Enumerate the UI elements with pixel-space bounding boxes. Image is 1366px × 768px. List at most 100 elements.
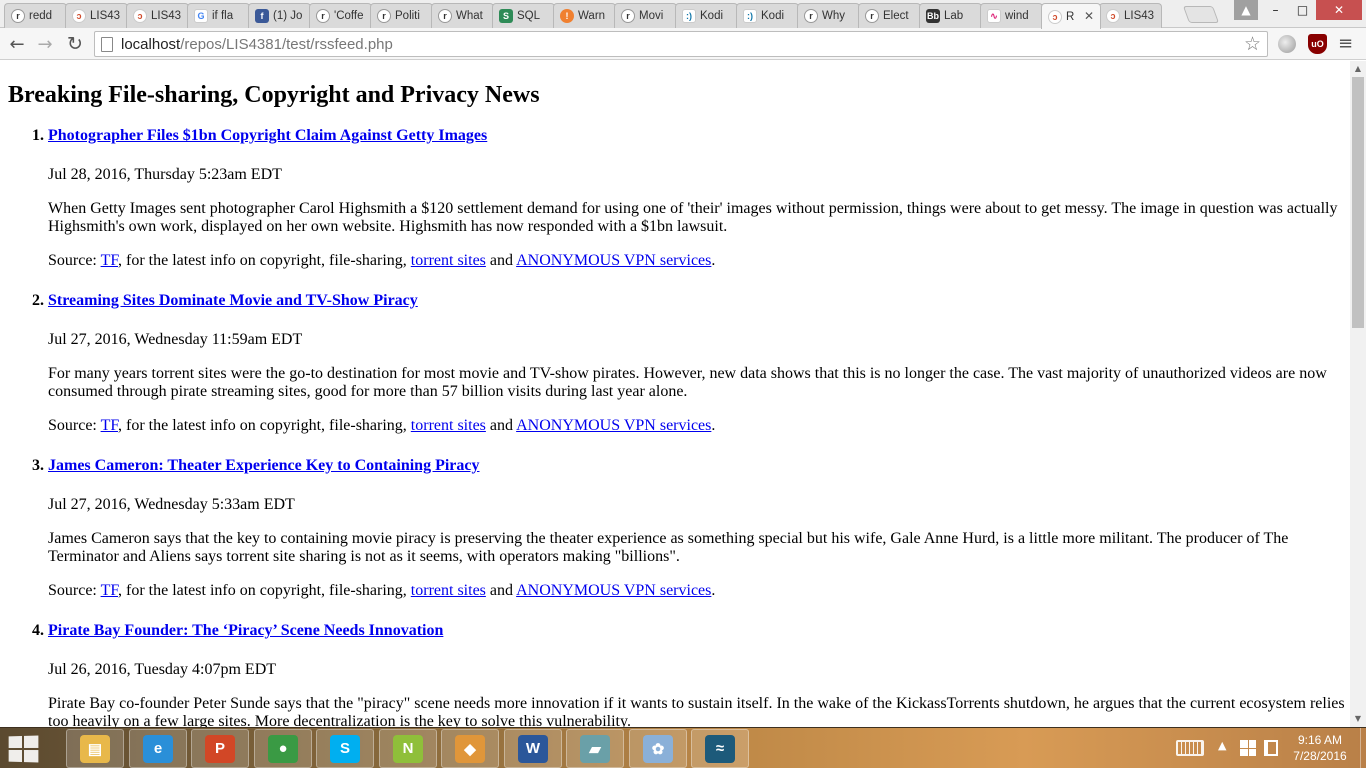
news-item: 1. Photographer Files $1bn Copyright Clai… (8, 126, 1350, 270)
tab-7[interactable]: r What (431, 3, 494, 28)
reddit-icon: r (377, 9, 391, 23)
taskbar-app-sticky-app[interactable]: ▰ (566, 729, 624, 768)
close-window-button[interactable]: ✕ (1316, 0, 1362, 20)
news-item: 2. Streaming Sites Dominate Movie and TV-… (8, 291, 1350, 435)
sticky-app-icon: ▰ (580, 734, 610, 763)
start-button[interactable] (8, 735, 39, 763)
lis-icon: ɔ (1048, 9, 1062, 24)
profile-button[interactable]: ▲ (1234, 0, 1258, 20)
taskbar-app-notepad-plus[interactable]: N (379, 729, 437, 768)
tab-12[interactable]: :) Kodi (736, 3, 799, 28)
tab-18[interactable]: ɔ LIS43 (1099, 3, 1162, 28)
paint-icon: ✿ (643, 734, 673, 763)
source-prefix: Source: (48, 252, 101, 269)
reddit-icon: r (621, 9, 635, 23)
tab-9[interactable]: ! Warn (553, 3, 616, 28)
item-title-link[interactable]: Photographer Files $1bn Copyright Claim … (48, 126, 1350, 146)
extension-icon[interactable] (1278, 35, 1296, 53)
tab-label: (1) Jo (273, 10, 303, 22)
taskbar-app-word[interactable]: W (504, 729, 562, 768)
forward-button[interactable]: → (33, 32, 57, 56)
tab-0[interactable]: r redd (4, 3, 67, 28)
item-title-link[interactable]: Pirate Bay Founder: The ‘Piracy’ Scene N… (48, 621, 1350, 641)
vpn-services-link[interactable]: ANONYMOUS VPN services (516, 417, 711, 434)
item-title-link[interactable]: James Cameron: Theater Experience Key to… (48, 456, 1350, 476)
source-suffix: . (711, 417, 716, 434)
tab-17[interactable]: ɔ R ✕ (1041, 3, 1101, 29)
tray-expand-icon[interactable]: ▲ (1218, 739, 1226, 752)
word-icon: W (518, 734, 548, 763)
source-and: and (485, 252, 517, 269)
taskbar-app-internet-explorer[interactable]: e (129, 729, 187, 768)
new-tab-button[interactable] (1182, 6, 1220, 23)
scroll-down-arrow[interactable]: ▼ (1350, 711, 1366, 727)
taskbar-app-git[interactable]: ◆ (441, 729, 499, 768)
taskbar-app-mysql-workbench[interactable]: ≈ (691, 729, 749, 768)
tab-label: Lab (944, 10, 964, 22)
tab-6[interactable]: r Politi (370, 3, 433, 28)
network-icon[interactable] (1240, 740, 1256, 756)
clock[interactable]: 9:16 AM 7/28/2016 (1288, 732, 1352, 764)
tab-10[interactable]: r Movi (614, 3, 677, 28)
scroll-up-arrow[interactable]: ▲ (1350, 61, 1366, 77)
tf-link[interactable]: TF (101, 252, 118, 269)
taskbar-app-paint[interactable]: ✿ (629, 729, 687, 768)
tf-link[interactable]: TF (101, 582, 118, 599)
taskbar-app-skype[interactable]: S (316, 729, 374, 768)
file-explorer-icon: ▤ (80, 734, 110, 763)
tab-2[interactable]: ɔ LIS43 (126, 3, 189, 28)
powerpoint-icon: P (205, 734, 235, 763)
torrent-sites-link[interactable]: torrent sites (411, 252, 486, 269)
address-bar[interactable]: localhost/repos/LIS4381/test/rssfeed.php… (94, 31, 1268, 57)
chrome-icon: ● (268, 734, 298, 763)
vpn-services-link[interactable]: ANONYMOUS VPN services (516, 252, 711, 269)
tab-1[interactable]: ɔ LIS43 (65, 3, 128, 28)
tab-label: LIS43 (151, 10, 182, 22)
torrent-sites-link[interactable]: torrent sites (411, 417, 486, 434)
tab-3[interactable]: Gif fla (187, 3, 250, 28)
source-suffix: . (711, 252, 716, 269)
back-button[interactable]: ← (5, 32, 29, 56)
keyboard-icon[interactable] (1176, 740, 1204, 756)
tab-11[interactable]: :) Kodi (675, 3, 738, 28)
maximize-button[interactable]: □ (1289, 0, 1316, 20)
show-desktop-button[interactable] (1360, 728, 1366, 768)
tab-5[interactable]: r 'Coffe (309, 3, 372, 28)
tab-14[interactable]: r Elect (858, 3, 921, 28)
reload-button[interactable]: ↻ (63, 32, 87, 56)
wind-icon: ∿ (987, 9, 1001, 23)
url-path: /repos/LIS4381/test/rssfeed.php (180, 35, 393, 53)
minimize-button[interactable]: – (1262, 0, 1289, 20)
url-text[interactable]: localhost/repos/LIS4381/test/rssfeed.php (121, 36, 393, 53)
reddit-icon: r (11, 9, 25, 23)
item-title-link[interactable]: Streaming Sites Dominate Movie and TV-Sh… (48, 291, 1350, 311)
tab-8[interactable]: S SQL (492, 3, 555, 28)
page-content: Breaking File-sharing, Copyright and Pri… (0, 61, 1350, 727)
taskbar-app-chrome[interactable]: ● (254, 729, 312, 768)
action-center-flag-icon[interactable] (1264, 740, 1278, 756)
vertical-scrollbar[interactable]: ▲ ▼ (1350, 61, 1366, 727)
lis-icon: ɔ (1106, 9, 1120, 23)
torrent-sites-link[interactable]: torrent sites (411, 582, 486, 599)
taskbar-app-file-explorer[interactable]: ▤ (66, 729, 124, 768)
taskbar-app-powerpoint[interactable]: P (191, 729, 249, 768)
tab-4[interactable]: f (1) Jo (248, 3, 311, 28)
tab-label: LIS43 (90, 10, 121, 22)
scroll-thumb[interactable] (1352, 77, 1364, 328)
chrome-menu-icon[interactable]: ≡ (1338, 33, 1353, 54)
tab-16[interactable]: ∿ wind (980, 3, 1043, 28)
tab-15[interactable]: Bb Lab (919, 3, 982, 28)
notepad-plus-icon: N (393, 734, 423, 763)
item-number: 4. (32, 622, 44, 639)
ublock-icon[interactable]: uO (1308, 34, 1327, 54)
item-number: 3. (32, 457, 44, 474)
bookmark-star-icon[interactable]: ☆ (1244, 33, 1261, 55)
tab-13[interactable]: r Why (797, 3, 860, 28)
close-tab-icon[interactable]: ✕ (1084, 9, 1094, 23)
browser-toolbar: ← → ↻ localhost/repos/LIS4381/test/rssfe… (0, 28, 1366, 60)
tf-link[interactable]: TF (101, 417, 118, 434)
vpn-services-link[interactable]: ANONYMOUS VPN services (516, 582, 711, 599)
mysql-workbench-icon: ≈ (705, 734, 735, 763)
tab-label: Movi (639, 10, 664, 22)
tab-label: Elect (883, 10, 909, 22)
